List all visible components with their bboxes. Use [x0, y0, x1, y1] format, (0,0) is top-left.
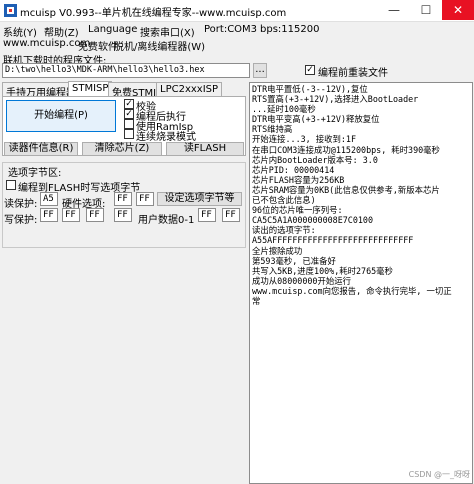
option-bytes-label: 选项字节区:	[8, 168, 62, 179]
log-line: www.mcuisp.com向您报告, 命令执行完毕, 一切正	[252, 285, 452, 296]
maximize-icon: ☐	[420, 3, 432, 17]
app-icon	[4, 4, 17, 17]
read-flash-button[interactable]: 读FLASH	[166, 142, 244, 156]
free-software-link[interactable]: 免费软件	[78, 38, 118, 53]
hw-option-input-2[interactable]: FF	[136, 192, 154, 206]
log-line: 芯片FLASH容量为256KB	[252, 174, 345, 185]
log-line: RTS置高(+3-+12V),选择进入BootLoader	[252, 94, 419, 105]
log-line: 96位的芯片唯一序列号:	[252, 205, 343, 216]
check-icon: ✓	[125, 109, 133, 119]
log-line: 在串口COM3连接成功@115200bps, 耗时390毫秒	[252, 144, 440, 155]
log-line: 共写入5KB,进度100%,耗时2765毫秒	[252, 265, 393, 276]
clear-chip-button[interactable]: 清除芯片(Z)	[82, 142, 162, 156]
maximize-button[interactable]: ☐	[410, 0, 442, 20]
menu-port[interactable]: Port:COM3	[204, 24, 257, 35]
user-data-label: 用户数据0-1	[138, 215, 195, 226]
minimize-button[interactable]: —	[378, 0, 410, 20]
write-protect-label: 写保护:	[4, 215, 38, 226]
log-line: 全片擦除成功	[252, 245, 303, 256]
start-program-button[interactable]: 开始编程(P)	[6, 100, 116, 132]
browse-button[interactable]: ...	[253, 63, 267, 78]
log-line: ...延时100毫秒	[252, 104, 316, 115]
set-option-bytes-button[interactable]: 设定选项字节等	[157, 192, 242, 206]
log-line: 第593毫秒, 已准备好	[252, 255, 336, 266]
log-line: DTR电平置低(-3--12V),复位	[252, 84, 368, 94]
offline-programmer-link[interactable]: 脱机/离线编程器(W)	[114, 38, 205, 53]
close-icon: ✕	[452, 3, 464, 17]
run-after-program-checkbox[interactable]: ✓	[124, 109, 134, 119]
log-line: 常	[252, 295, 261, 306]
continuous-mode-checkbox[interactable]	[124, 129, 134, 139]
verify-checkbox[interactable]: ✓	[124, 99, 134, 109]
tab-lpc2xxxisp[interactable]: LPC2xxxISP	[156, 82, 223, 97]
log-line: 芯片内BootLoader版本号: 3.0	[252, 154, 378, 165]
write-protect-input-2[interactable]: FF	[86, 208, 104, 222]
use-ramisp-checkbox[interactable]	[124, 119, 134, 129]
user-data-input-0[interactable]: FF	[198, 208, 216, 222]
menu-system[interactable]: 系统(Y)	[3, 24, 37, 39]
menu-search-port[interactable]: 搜索串口(X)	[140, 24, 195, 39]
title-bar: mcuisp V0.993--单片机在线编程专家--www.mcuisp.com…	[0, 0, 474, 22]
menu-help[interactable]: 帮助(Z)	[44, 24, 79, 39]
hw-option-input[interactable]: FF	[114, 192, 132, 206]
link-bar: www.mcuisp.com 免费软件 脱机/离线编程器(W)	[0, 38, 474, 53]
watermark: CSDN @一_呀呀	[408, 470, 470, 479]
reload-file-checkbox[interactable]: ✓	[305, 65, 315, 75]
file-path-input[interactable]: D:\two\hello3\MDK-ARM\hello3\hello3.hex	[2, 63, 250, 78]
log-line: DTR电平变高(+3-+12V)释放复位	[252, 114, 380, 125]
program-option-bytes-checkbox[interactable]	[6, 180, 16, 190]
log-line: 成功从08000000开始运行	[252, 275, 351, 286]
check-icon: ✓	[125, 99, 133, 109]
log-output[interactable]: DTR电平置低(-3--12V),复位 RTS置高(+3-+12V),选择进入Bo…	[249, 82, 473, 484]
user-data-input-1[interactable]: FF	[222, 208, 240, 222]
log-line: 读出的选项字节:	[252, 225, 316, 236]
log-line: 开始连接...3, 接收到:1F	[252, 134, 357, 145]
read-protect-label: 读保护:	[4, 199, 38, 210]
log-line: 已不包含此信息)	[252, 195, 316, 206]
continuous-mode-label: 连续烧录模式	[136, 132, 196, 143]
read-protect-input[interactable]: A5	[40, 192, 58, 206]
check-icon: ✓	[306, 65, 314, 75]
write-protect-input-1[interactable]: FF	[62, 208, 80, 222]
reload-file-label: 编程前重装文件	[318, 68, 388, 79]
log-line: CA5C5A1A000000008E7C0100	[252, 215, 374, 226]
menu-language[interactable]: Language	[88, 24, 137, 35]
close-button[interactable]: ✕	[442, 0, 474, 20]
write-protect-input-3[interactable]: FF	[114, 208, 132, 222]
window-title: mcuisp V0.993--单片机在线编程专家--www.mcuisp.com	[20, 8, 287, 19]
log-line: A55AFFFFFFFFFFFFFFFFFFFFFFFFFFFF	[252, 235, 414, 246]
write-protect-input-0[interactable]: FF	[40, 208, 58, 222]
menu-bar: 系统(Y) 帮助(Z) Language 搜索串口(X) Port:COM3 b…	[0, 22, 474, 39]
log-line: RTS维持高	[252, 124, 293, 135]
log-line: 芯片SRAM容量为0KB(此信息仅供参考,新版本芯片	[252, 184, 440, 195]
log-line: 芯片PID: 00000414	[252, 164, 335, 175]
minimize-icon: —	[388, 3, 400, 17]
menu-bps[interactable]: bps:115200	[260, 24, 319, 35]
read-device-info-button[interactable]: 读器件信息(R)	[4, 142, 78, 156]
